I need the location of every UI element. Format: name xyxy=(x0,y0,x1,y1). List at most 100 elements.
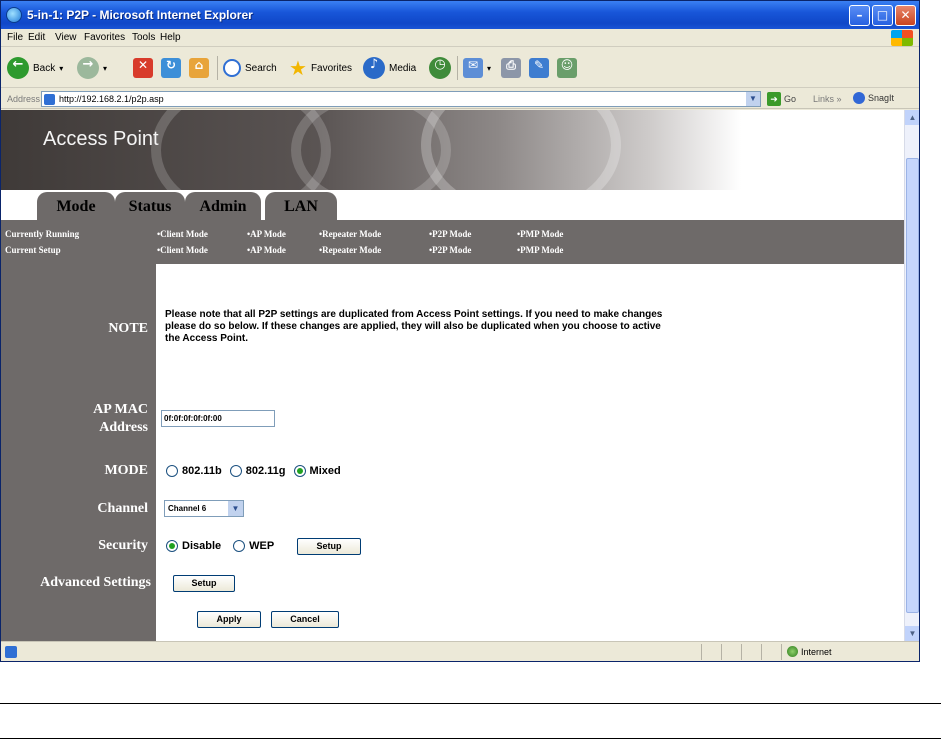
security-disable-radio[interactable] xyxy=(166,540,178,552)
divider-line xyxy=(0,703,941,704)
toolbar-separator xyxy=(217,56,218,80)
mode-80211b-radio[interactable] xyxy=(166,465,178,477)
home-button[interactable]: ⌂ xyxy=(189,56,209,80)
status-divider xyxy=(701,644,702,660)
setup-pmp-mode[interactable]: •PMP Mode xyxy=(517,245,563,255)
currently-running-label: Currently Running xyxy=(5,229,80,239)
security-label: Security xyxy=(98,538,148,553)
maximize-button[interactable]: □ xyxy=(872,5,893,26)
address-input[interactable]: http://192.168.2.1/p2p.asp ▼ xyxy=(41,91,761,107)
setup-repeater-mode[interactable]: •Repeater Mode xyxy=(319,245,381,255)
menu-edit[interactable]: Edit xyxy=(28,32,45,43)
running-pmp-mode[interactable]: •PMP Mode xyxy=(517,229,563,239)
menu-favorites[interactable]: Favorites xyxy=(84,32,125,43)
tab-admin[interactable]: Admin xyxy=(185,192,261,220)
media-button[interactable]: ♪ Media xyxy=(363,56,416,80)
go-button[interactable]: ➜ Go xyxy=(767,91,799,107)
menu-file[interactable]: File xyxy=(7,32,23,43)
setup-ap-mode[interactable]: •AP Mode xyxy=(247,245,286,255)
links-button[interactable]: Links » xyxy=(813,94,842,104)
chevron-down-icon: ▾ xyxy=(103,63,108,73)
running-client-mode[interactable]: •Client Mode xyxy=(157,229,208,239)
home-icon: ⌂ xyxy=(189,58,209,78)
status-divider xyxy=(761,644,762,660)
tab-mode[interactable]: Mode xyxy=(37,192,115,220)
channel-value: Channel 6 xyxy=(168,504,207,513)
security-wep-label: WEP xyxy=(249,540,275,552)
menu-bar: File Edit View Favorites Tools Help xyxy=(1,29,919,47)
cancel-button[interactable]: Cancel xyxy=(271,611,339,628)
channel-select[interactable]: Channel 6 ▼ xyxy=(164,500,244,517)
mode-mixed-radio[interactable] xyxy=(293,465,306,477)
mode-strip: Currently Running Current Setup •Client … xyxy=(1,220,904,264)
security-setup-button[interactable]: Setup xyxy=(297,538,361,555)
security-wep-radio[interactable] xyxy=(233,540,246,552)
messenger-button[interactable]: ☺ xyxy=(557,56,577,80)
running-p2p-mode[interactable]: •P2P Mode xyxy=(429,229,471,239)
advanced-setup-button[interactable]: Setup xyxy=(173,575,235,592)
search-label: Search xyxy=(245,62,277,74)
channel-label: Channel xyxy=(97,501,148,516)
page-content: Access Point Mode Status Admin LAN Curre… xyxy=(1,110,904,641)
status-divider xyxy=(741,644,742,660)
chevron-down-icon: ▼ xyxy=(228,501,243,516)
go-arrow-icon: ➜ xyxy=(767,92,781,106)
status-divider xyxy=(781,644,782,660)
minimize-button[interactable]: – xyxy=(849,5,870,26)
back-label: Back xyxy=(33,62,56,74)
title-bar: 5-in-1: P2P - Microsoft Internet Explore… xyxy=(1,1,919,29)
mail-button[interactable]: ✉ ▾ xyxy=(463,56,491,80)
globe-icon xyxy=(787,646,798,657)
scroll-down-icon[interactable]: ▼ xyxy=(905,626,919,641)
setup-p2p-mode[interactable]: •P2P Mode xyxy=(429,245,471,255)
snagit-label: SnagIt xyxy=(868,93,895,103)
back-arrow-icon: ← xyxy=(7,57,29,79)
page-icon xyxy=(44,94,55,105)
menu-tools[interactable]: Tools xyxy=(132,32,155,43)
note-label: NOTE xyxy=(108,321,148,336)
search-icon xyxy=(223,59,241,77)
tab-status[interactable]: Status xyxy=(115,192,185,220)
page-status-icon xyxy=(5,646,17,658)
chevron-down-icon: ▾ xyxy=(487,63,492,73)
running-repeater-mode[interactable]: •Repeater Mode xyxy=(319,229,381,239)
ap-address-label: Address xyxy=(99,420,148,435)
setup-client-mode[interactable]: •Client Mode xyxy=(157,245,208,255)
messenger-icon: ☺ xyxy=(557,58,577,78)
running-ap-mode[interactable]: •AP Mode xyxy=(247,229,286,239)
zone-label: Internet xyxy=(801,646,832,657)
forward-button[interactable]: → ▾ xyxy=(77,56,107,80)
history-button[interactable]: ◷ xyxy=(429,56,451,80)
ap-mac-input[interactable] xyxy=(161,410,275,427)
ie-icon xyxy=(6,7,22,23)
windows-logo-icon xyxy=(891,30,913,46)
edit-button[interactable]: ✎ xyxy=(529,56,549,80)
address-label: Address xyxy=(7,94,41,104)
scroll-thumb[interactable] xyxy=(906,158,919,613)
security-disable-label: Disable xyxy=(182,540,222,552)
snagit-button[interactable]: SnagIt xyxy=(853,92,894,104)
address-bar: Address http://192.168.2.1/p2p.asp ▼ ➜ G… xyxy=(1,89,919,109)
mode-80211b-label: 802.11b xyxy=(182,465,222,477)
advanced-settings-label: Advanced Settings xyxy=(40,575,151,590)
menu-view[interactable]: View xyxy=(55,32,77,43)
mode-80211g-radio[interactable] xyxy=(229,465,242,477)
vertical-scrollbar[interactable]: ▲ ▼ xyxy=(904,110,919,641)
search-button[interactable]: Search xyxy=(223,56,277,80)
refresh-button[interactable]: ↻ xyxy=(161,56,181,80)
forward-arrow-icon: → xyxy=(77,57,99,79)
back-button[interactable]: ← Back ▾ xyxy=(7,56,63,80)
favorites-button[interactable]: ★ Favorites xyxy=(289,56,352,80)
tab-lan[interactable]: LAN xyxy=(265,192,337,220)
close-button[interactable]: ✕ xyxy=(895,5,916,26)
apply-button[interactable]: Apply xyxy=(197,611,261,628)
menu-help[interactable]: Help xyxy=(160,32,181,43)
print-button[interactable]: ⎙ xyxy=(501,56,521,80)
note-text: Please note that all P2P settings are du… xyxy=(165,309,663,344)
mail-icon: ✉ xyxy=(463,58,483,78)
stop-button[interactable]: ✕ xyxy=(133,56,153,80)
tab-bar: Mode Status Admin LAN xyxy=(1,190,904,220)
mode-radio-group: 802.11b 802.11g Mixed xyxy=(166,465,341,477)
address-dropdown-icon[interactable]: ▼ xyxy=(746,92,760,106)
scroll-up-icon[interactable]: ▲ xyxy=(905,110,919,125)
